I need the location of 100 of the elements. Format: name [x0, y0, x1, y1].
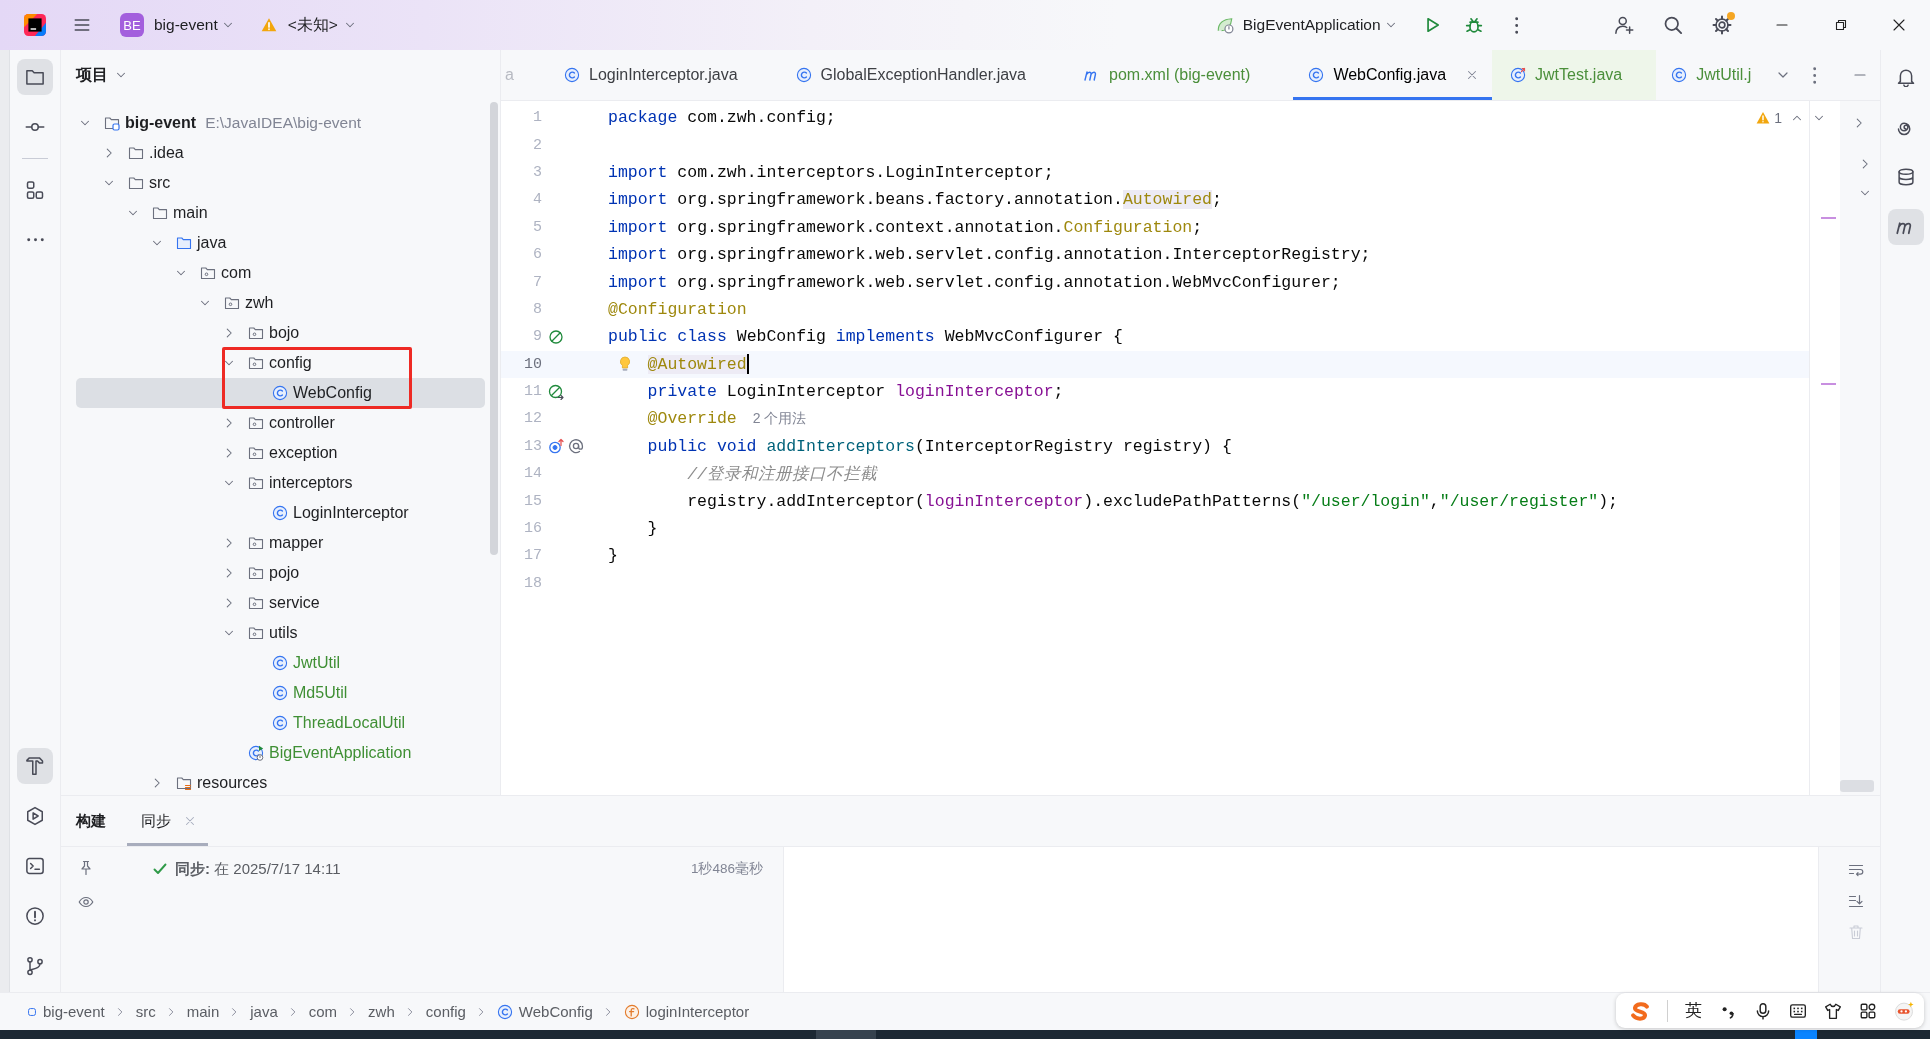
breadcrumb[interactable]: loginInterceptor: [623, 1003, 750, 1020]
bug-icon[interactable]: [1464, 16, 1483, 34]
editor-tab[interactable]: WebConfig.java: [1293, 50, 1493, 100]
breadcrumb[interactable]: zwh: [368, 1003, 395, 1020]
test-class-icon: [1510, 67, 1527, 83]
inspection-widget[interactable]: 1: [1756, 110, 1782, 126]
project-widget[interactable]: BE big-event: [114, 8, 241, 42]
module-icon: [104, 115, 120, 131]
tree-item[interactable]: BigEventApplication: [76, 738, 485, 768]
line-number: 9: [532, 328, 542, 346]
database-icon: [1895, 167, 1916, 187]
restore-icon[interactable]: [1833, 17, 1849, 33]
folder-icon: [128, 145, 144, 161]
editor-tab[interactable]: LoginInterceptor.java: [549, 50, 781, 100]
tree-item[interactable]: java: [76, 228, 485, 258]
app-tile-icon[interactable]: [1795, 1030, 1817, 1039]
panel-tab[interactable]: 同步: [127, 796, 208, 846]
breadcrumb[interactable]: main: [186, 1003, 220, 1020]
tree-item[interactable]: service: [76, 588, 485, 618]
tree-item[interactable]: resources: [76, 768, 485, 795]
settings-icon: [1712, 15, 1732, 35]
slashed-circle-icon[interactable]: [548, 328, 564, 345]
breadcrumb[interactable]: src: [135, 1003, 156, 1020]
class-icon: [496, 1003, 513, 1020]
tree-item[interactable]: exception: [76, 438, 485, 468]
breadcrumb[interactable]: big-event: [27, 1003, 105, 1020]
panel-title: 构建: [76, 810, 106, 831]
mascot-icon[interactable]: [1894, 1000, 1914, 1021]
settings-button[interactable]: [1712, 15, 1732, 35]
tool-window-button[interactable]: [1887, 209, 1924, 245]
scrollbar-thumb[interactable]: [490, 102, 498, 555]
line-number: 7: [532, 273, 542, 291]
class-icon: [272, 505, 288, 521]
tree-item[interactable]: LoginInterceptor: [76, 498, 485, 528]
breadcrumb[interactable]: com: [308, 1003, 338, 1020]
editor-tab[interactable]: GlobalExceptionHandler.java: [780, 50, 1069, 100]
folder-icon: [152, 205, 168, 221]
tree-item[interactable]: main: [76, 198, 485, 228]
package-icon: [248, 565, 264, 581]
line-number: 1: [532, 109, 542, 127]
build-event-text[interactable]: 同步: 在 2025/7/17 14:11: [175, 859, 341, 879]
scrollbar-thumb[interactable]: [1840, 780, 1874, 792]
vcs-widget[interactable]: <未知>: [254, 8, 363, 42]
breadcrumb[interactable]: config: [425, 1003, 466, 1020]
add-user-icon[interactable]: [1614, 15, 1634, 35]
code-line: @Override: [647, 409, 737, 429]
tree-item[interactable]: pojo: [76, 558, 485, 588]
tree-item[interactable]: zwh: [76, 288, 485, 318]
microphone-icon[interactable]: [1754, 1001, 1772, 1020]
usage-hint[interactable]: 2 个用法: [752, 410, 807, 428]
warning-icon: [260, 17, 277, 33]
package-icon: [248, 475, 264, 491]
tree-item[interactable]: Md5Util: [76, 678, 485, 708]
tree-item[interactable]: src: [76, 168, 485, 198]
line-number: 5: [532, 218, 542, 236]
package-icon: [248, 415, 264, 431]
tree-item[interactable]: big-event E:\JavaIDEA\big-event: [76, 108, 485, 138]
tree-item[interactable]: WebConfig: [76, 378, 485, 408]
code-line: import org.springframework.web.servlet.config.annotation.WebMvcConfigurer;: [608, 272, 1341, 292]
run-configuration-widget[interactable]: BigEventApplication: [1209, 8, 1404, 42]
circle-up-arrow-icon[interactable]: [548, 438, 564, 455]
logo-icon[interactable]: [1630, 1000, 1650, 1021]
at-sign-icon[interactable]: [568, 438, 584, 455]
panel-title-dropdown[interactable]: 项目: [70, 59, 134, 91]
tree-item[interactable]: interceptors: [76, 468, 485, 498]
scroll-to-end-icon[interactable]: [1848, 893, 1864, 909]
class-icon: [1308, 67, 1325, 83]
breadcrumb[interactable]: WebConfig: [496, 1003, 593, 1020]
tree-item[interactable]: mapper: [76, 528, 485, 558]
code-line: import com.zwh.interceptors.LoginInterceptor;: [608, 162, 1054, 182]
soft-wrap-icon[interactable]: [1848, 862, 1864, 878]
breadcrumb[interactable]: java: [250, 1003, 278, 1020]
tree-item[interactable]: bojo: [76, 318, 485, 348]
tool-window-button[interactable]: [17, 59, 53, 95]
grid-icon[interactable]: [1859, 1001, 1877, 1020]
keyboard-icon[interactable]: [1789, 1001, 1807, 1020]
tree-item[interactable]: com: [76, 258, 485, 288]
search-icon[interactable]: [1663, 15, 1683, 35]
menu-icon[interactable]: [73, 16, 91, 34]
shirt-icon[interactable]: [1824, 1001, 1842, 1020]
tool-window-button[interactable]: [17, 748, 53, 784]
app-logo-icon[interactable]: [24, 14, 46, 36]
tree-item[interactable]: .idea: [76, 138, 485, 168]
tree-item[interactable]: JwtUtil: [76, 648, 485, 678]
line-number: 10: [523, 355, 542, 373]
resources-folder-icon: [176, 775, 192, 791]
tree-item[interactable]: utils: [76, 618, 485, 648]
close-icon[interactable]: [1891, 17, 1907, 33]
tree-item[interactable]: controller: [76, 408, 485, 438]
bell-icon: [1895, 67, 1916, 87]
more-icon[interactable]: [1812, 66, 1816, 84]
editor-tab[interactable]: JwtTest.java: [1492, 50, 1657, 100]
more-icon[interactable]: [1514, 16, 1518, 34]
editor-tab[interactable]: pom.xml (big-event): [1069, 50, 1294, 100]
editor-tab[interactable]: JwtUtil.j: [1656, 50, 1767, 100]
input-mode-toggle[interactable]: 英: [1685, 999, 1702, 1022]
eye-icon[interactable]: [77, 894, 94, 910]
tree-item[interactable]: ThreadLocalUtil: [76, 708, 485, 738]
source-folder-icon: [176, 235, 192, 251]
tree-item[interactable]: config: [76, 348, 485, 378]
